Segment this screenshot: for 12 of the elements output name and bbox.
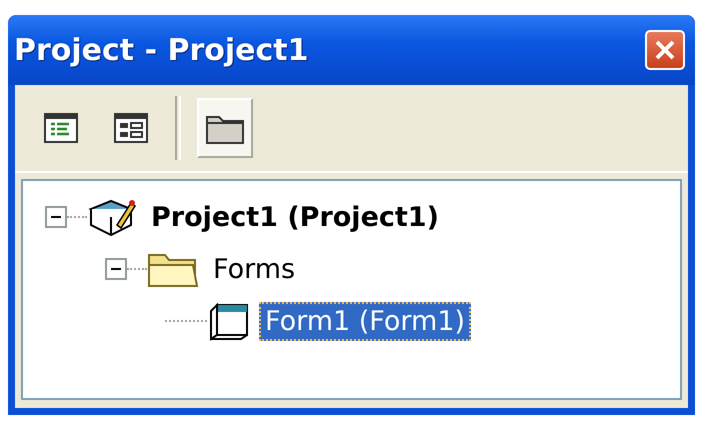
toolbar-button[interactable] <box>197 98 253 158</box>
close-icon <box>653 38 677 62</box>
form-view-icon <box>114 113 148 143</box>
code-view-icon <box>44 113 78 143</box>
collapse-toggle[interactable] <box>105 258 127 280</box>
form-icon <box>207 301 251 341</box>
tree-item[interactable]: Form1 (Form1) <box>259 302 472 340</box>
collapse-toggle[interactable] <box>45 206 67 228</box>
tree-item[interactable]: Forms <box>207 250 302 288</box>
window-title: Project - Project1 <box>14 32 309 68</box>
close-button[interactable] <box>645 30 685 70</box>
tree-item[interactable]: Project1 (Project1) <box>145 198 445 236</box>
